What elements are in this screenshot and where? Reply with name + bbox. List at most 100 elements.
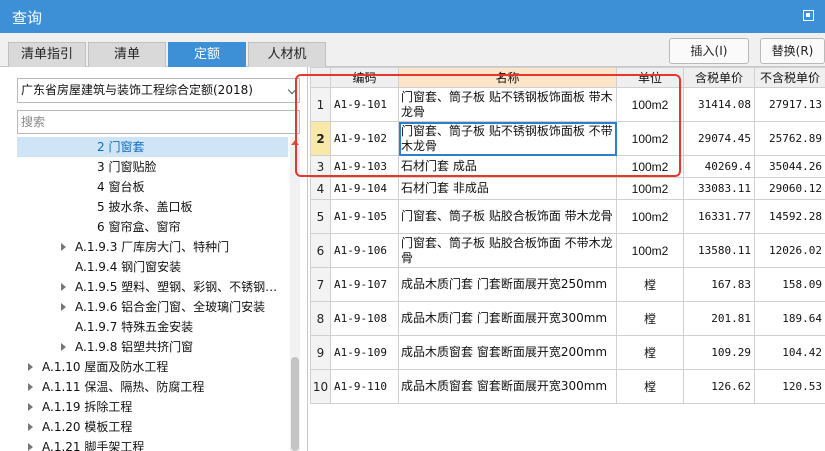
expand-arrow-icon[interactable] xyxy=(28,443,33,451)
tree-node[interactable]: A.1.9.4 钢门窗安装 xyxy=(17,257,288,277)
quota-library-select[interactable]: 广东省房屋建筑与装饰工程综合定额(2018) xyxy=(17,78,300,103)
row-index[interactable]: 7 xyxy=(310,267,331,302)
insert-button[interactable]: 插入(I) xyxy=(669,38,749,64)
tax-price-cell[interactable]: 29074.45 xyxy=(683,121,755,156)
notax-price-cell[interactable]: 29060.12 xyxy=(754,177,825,200)
tree-node[interactable]: A.1.19 拆除工程 xyxy=(17,397,288,417)
unit-cell[interactable]: 樘 xyxy=(616,267,684,302)
row-index[interactable]: 8 xyxy=(310,301,331,336)
code-cell[interactable]: A1-9-105 xyxy=(330,199,399,234)
name-cell[interactable]: 石材门套 非成品 xyxy=(398,177,617,200)
table-row[interactable]: 7 A1-9-107 成品木质门套 门套断面展开宽250mm 樘 167.83 158.0… xyxy=(310,267,825,302)
expand-arrow-icon[interactable] xyxy=(61,243,66,251)
table-row[interactable]: 8 A1-9-108 成品木质门套 门套断面展开宽300mm 樘 201.81 189.6… xyxy=(310,301,825,336)
header-tax-price[interactable]: 含税单价 xyxy=(683,67,755,88)
tree-node[interactable]: 6 窗帘盒、窗帘 xyxy=(17,217,288,237)
table-row[interactable]: 9 A1-9-109 成品木质窗套 窗套断面展开宽200mm 樘 109.29 104.4… xyxy=(310,335,825,370)
code-cell[interactable]: A1-9-107 xyxy=(330,267,399,302)
table-row[interactable]: 6 A1-9-106 门窗套、筒子板 贴胶合板饰面 不带木龙骨 100m2 13580.… xyxy=(310,233,825,268)
tax-price-cell[interactable]: 16331.77 xyxy=(683,199,755,234)
row-index[interactable]: 1 xyxy=(310,87,331,122)
notax-price-cell[interactable]: 14592.28 xyxy=(754,199,825,234)
name-cell[interactable]: 门窗套、筒子板 贴不锈钢板饰面板 不带木龙骨 xyxy=(398,121,617,156)
tree-node[interactable]: 2 门窗套 xyxy=(17,137,288,157)
tax-price-cell[interactable]: 109.29 xyxy=(683,335,755,370)
expand-arrow-icon[interactable] xyxy=(28,403,33,411)
expand-arrow-icon[interactable] xyxy=(61,303,66,311)
unit-cell[interactable]: 100m2 xyxy=(616,177,684,200)
tree-node[interactable]: A.1.21 脚手架工程 xyxy=(17,437,288,451)
name-cell[interactable]: 成品木质门套 门套断面展开宽300mm xyxy=(398,301,617,336)
tree-node[interactable]: A.1.9.3 厂库房大门、特种门 xyxy=(17,237,288,257)
tree-node[interactable]: A.1.9.8 铝塑共挤门窗 xyxy=(17,337,288,357)
expand-arrow-icon[interactable] xyxy=(28,423,33,431)
tree-scrollbar[interactable] xyxy=(290,137,300,451)
name-cell[interactable]: 成品木质窗套 窗套断面展开宽200mm xyxy=(398,335,617,370)
table-row[interactable]: 1 A1-9-101 门窗套、筒子板 贴不锈钢板饰面板 带木龙骨 100m2 31414… xyxy=(310,87,825,122)
tree-node[interactable]: A.1.11 保温、隔热、防腐工程 xyxy=(17,377,288,397)
tax-price-cell[interactable]: 201.81 xyxy=(683,301,755,336)
replace-button[interactable]: 替换(R) xyxy=(760,38,825,64)
table-row[interactable]: 4 A1-9-104 石材门套 非成品 100m2 33083.11 29060.12 xyxy=(310,177,825,200)
tree-node[interactable]: A.1.9.6 铝合金门窗、全玻璃门安装 xyxy=(17,297,288,317)
scroll-up-icon[interactable] xyxy=(291,140,299,145)
name-cell[interactable]: 成品木质窗套 窗套断面展开宽300mm xyxy=(398,369,617,404)
row-index[interactable]: 4 xyxy=(310,177,331,200)
code-cell[interactable]: A1-9-106 xyxy=(330,233,399,268)
tax-price-cell[interactable]: 40269.4 xyxy=(683,155,755,178)
code-cell[interactable]: A1-9-102 xyxy=(330,121,399,156)
row-index[interactable]: 10 xyxy=(310,369,331,404)
table-row[interactable]: 5 A1-9-105 门窗套、筒子板 贴胶合板饰面 带木龙骨 100m2 16331.7… xyxy=(310,199,825,234)
header-name[interactable]: 名称 xyxy=(398,67,617,88)
code-cell[interactable]: A1-9-108 xyxy=(330,301,399,336)
tree-node[interactable]: 4 窗台板 xyxy=(17,177,288,197)
code-cell[interactable]: A1-9-109 xyxy=(330,335,399,370)
unit-cell[interactable]: 100m2 xyxy=(616,121,684,156)
search-input[interactable] xyxy=(17,110,300,134)
notax-price-cell[interactable]: 120.53 xyxy=(754,369,825,404)
code-cell[interactable]: A1-9-110 xyxy=(330,369,399,404)
tree-node[interactable]: A.1.10 屋面及防水工程 xyxy=(17,357,288,377)
row-index[interactable]: 9 xyxy=(310,335,331,370)
tree-node[interactable]: 5 披水条、盖口板 xyxy=(17,197,288,217)
name-cell[interactable]: 门窗套、筒子板 贴胶合板饰面 带木龙骨 xyxy=(398,199,617,234)
table-row[interactable]: 2 A1-9-102 门窗套、筒子板 贴不锈钢板饰面板 不带木龙骨 100m2 2907… xyxy=(310,121,825,156)
row-index[interactable]: 3 xyxy=(310,155,331,178)
unit-cell[interactable]: 100m2 xyxy=(616,155,684,178)
tax-price-cell[interactable]: 33083.11 xyxy=(683,177,755,200)
name-cell[interactable]: 门窗套、筒子板 贴胶合板饰面 不带木龙骨 xyxy=(398,233,617,268)
unit-cell[interactable]: 100m2 xyxy=(616,199,684,234)
tax-price-cell[interactable]: 31414.08 xyxy=(683,87,755,122)
expand-arrow-icon[interactable] xyxy=(61,283,66,291)
scroll-thumb[interactable] xyxy=(291,357,299,451)
restore-icon[interactable] xyxy=(803,10,814,21)
expand-arrow-icon[interactable] xyxy=(61,343,66,351)
notax-price-cell[interactable]: 35044.26 xyxy=(754,155,825,178)
row-index[interactable]: 2 xyxy=(310,121,331,156)
tree-node[interactable]: A.1.20 模板工程 xyxy=(17,417,288,437)
table-row[interactable]: 3 A1-9-103 石材门套 成品 100m2 40269.4 35044.26 xyxy=(310,155,825,178)
code-cell[interactable]: A1-9-104 xyxy=(330,177,399,200)
tree-node[interactable]: 3 门窗贴脸 xyxy=(17,157,288,177)
unit-cell[interactable]: 100m2 xyxy=(616,87,684,122)
expand-arrow-icon[interactable] xyxy=(28,383,33,391)
tax-price-cell[interactable]: 13580.11 xyxy=(683,233,755,268)
tab-bill[interactable]: 清单 xyxy=(88,42,166,67)
notax-price-cell[interactable]: 104.42 xyxy=(754,335,825,370)
header-unit[interactable]: 单位 xyxy=(616,67,684,88)
notax-price-cell[interactable]: 12026.02 xyxy=(754,233,825,268)
row-index[interactable]: 6 xyxy=(310,233,331,268)
code-cell[interactable]: A1-9-103 xyxy=(330,155,399,178)
tax-price-cell[interactable]: 167.83 xyxy=(683,267,755,302)
table-row[interactable]: 10 A1-9-110 成品木质窗套 窗套断面展开宽300mm 樘 126.62 120.… xyxy=(310,369,825,404)
unit-cell[interactable]: 100m2 xyxy=(616,233,684,268)
name-cell[interactable]: 门窗套、筒子板 贴不锈钢板饰面板 带木龙骨 xyxy=(398,87,617,122)
notax-price-cell[interactable]: 27917.13 xyxy=(754,87,825,122)
name-cell[interactable]: 石材门套 成品 xyxy=(398,155,617,178)
row-index[interactable]: 5 xyxy=(310,199,331,234)
code-cell[interactable]: A1-9-101 xyxy=(330,87,399,122)
expand-arrow-icon[interactable] xyxy=(28,363,33,371)
name-cell[interactable]: 成品木质门套 门套断面展开宽250mm xyxy=(398,267,617,302)
notax-price-cell[interactable]: 189.64 xyxy=(754,301,825,336)
header-code[interactable]: 编码 xyxy=(330,67,399,88)
